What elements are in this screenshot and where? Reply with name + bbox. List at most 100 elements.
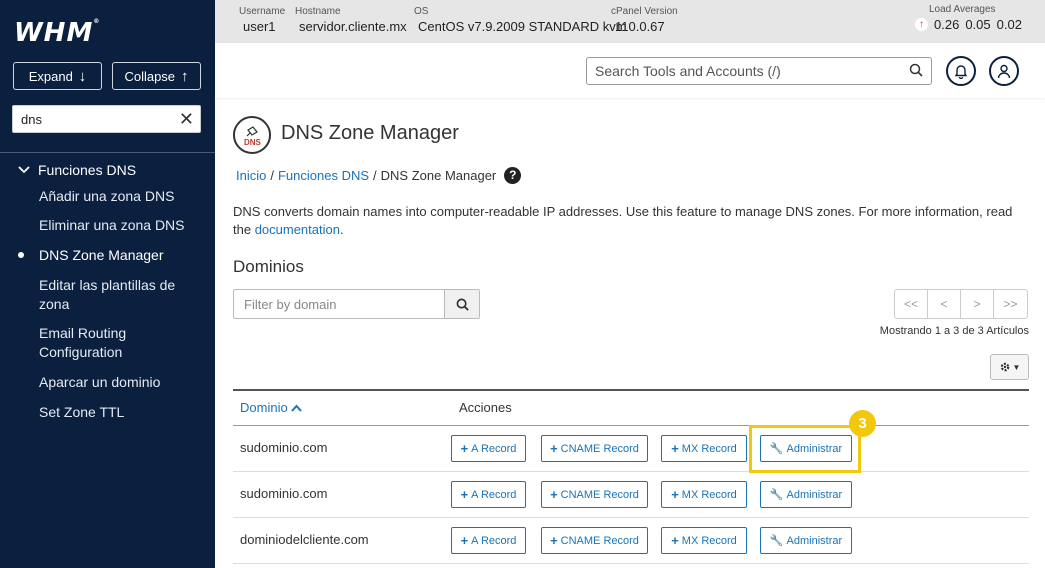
add-a-record-label: A Record bbox=[471, 442, 517, 455]
tool-search bbox=[586, 57, 932, 85]
sidebar-item-aparcar-dominio[interactable]: Aparcar un dominio bbox=[39, 373, 204, 392]
notifications-bell-icon[interactable] bbox=[946, 56, 976, 86]
plus-icon: + bbox=[671, 487, 679, 502]
user-account-icon[interactable] bbox=[989, 56, 1019, 86]
manage-zone-label: Administrar bbox=[786, 488, 843, 501]
wrench-icon: 🔧 bbox=[769, 489, 784, 501]
os-value: CentOS v7.9.2009 STANDARD kvm bbox=[418, 19, 627, 34]
cpanel-version-label: cPanel Version bbox=[611, 6, 678, 17]
sidebar-item-dns-zone-manager[interactable]: DNS Zone Manager bbox=[39, 246, 204, 265]
sidebar-category-funciones-dns[interactable]: Funciones DNS bbox=[18, 162, 136, 178]
pagination: << < > >> bbox=[894, 289, 1028, 319]
pager-next-button[interactable]: > bbox=[961, 290, 994, 318]
add-mx-record-button[interactable]: + MX Record bbox=[661, 435, 747, 462]
domain-filter bbox=[233, 289, 480, 319]
add-a-record-label: A Record bbox=[471, 488, 517, 501]
load-5min: 0.05 bbox=[965, 17, 991, 32]
add-cname-record-button[interactable]: + CNAME Record bbox=[541, 481, 648, 508]
description-text: DNS converts domain names into computer-… bbox=[233, 204, 1013, 237]
plus-icon: + bbox=[550, 533, 558, 548]
dns-zone-manager-icon: DNS bbox=[233, 116, 271, 154]
collapse-label: Collapse bbox=[124, 68, 176, 84]
sidebar-divider bbox=[0, 152, 215, 153]
domain-filter-input[interactable] bbox=[234, 290, 445, 318]
expand-label: Expand bbox=[28, 68, 73, 84]
column-header-actions: Acciones bbox=[459, 400, 512, 415]
add-a-record-button[interactable]: + A Record bbox=[451, 527, 526, 554]
breadcrumb-current: DNS Zone Manager bbox=[380, 168, 497, 183]
pager-first-button[interactable]: << bbox=[895, 290, 928, 318]
breadcrumb-separator: / bbox=[373, 168, 377, 183]
step-number-badge: 3 bbox=[849, 410, 876, 437]
add-cname-record-label: CNAME Record bbox=[560, 534, 639, 547]
sidebar-item-editar-plantillas[interactable]: Editar las plantillas de zona bbox=[39, 276, 204, 314]
expand-button[interactable]: Expand ↓ bbox=[13, 62, 102, 90]
tool-search-input[interactable] bbox=[587, 58, 887, 84]
hostname-label: Hostname bbox=[295, 6, 341, 17]
os-info: OS CentOS v7.9.2009 STANDARD kvm bbox=[414, 6, 627, 34]
manage-zone-label: Administrar bbox=[786, 534, 843, 547]
hostname-info: Hostname servidor.cliente.mx bbox=[295, 6, 407, 34]
results-count: Mostrando 1 a 3 de 3 Artículos bbox=[879, 325, 1029, 337]
step-highlight-box bbox=[749, 425, 861, 473]
table-row: dominiodelcliente.com + A Record + CNAME R… bbox=[233, 518, 1029, 564]
settings-dropdown-button[interactable]: ▼ bbox=[990, 354, 1029, 380]
add-mx-record-button[interactable]: + MX Record bbox=[661, 481, 747, 508]
sidebar-item-set-zone-ttl[interactable]: Set Zone TTL bbox=[39, 403, 204, 422]
plus-icon: + bbox=[460, 441, 469, 456]
sidebar: WHM® Expand ↓ Collapse ↑ ✕ Funciones DNS… bbox=[0, 0, 215, 568]
pager-prev-button[interactable]: < bbox=[928, 290, 961, 318]
plus-icon: + bbox=[671, 533, 679, 548]
arrow-down-icon: ↓ bbox=[78, 67, 87, 85]
domains-table: Dominio Acciones sudominio.com + A Record… bbox=[233, 389, 1029, 564]
arrow-up-icon: ↑ bbox=[915, 18, 928, 31]
add-cname-record-button[interactable]: + CNAME Record bbox=[541, 435, 648, 462]
manage-zone-button[interactable]: 🔧 Administrar bbox=[760, 481, 852, 508]
table-row: sudominio.com + A Record + CNAME Record + M… bbox=[233, 426, 1029, 472]
username-value: user1 bbox=[243, 19, 276, 34]
sidebar-search-input[interactable] bbox=[13, 106, 173, 132]
whm-logo[interactable]: WHM® bbox=[14, 18, 100, 48]
add-a-record-button[interactable]: + A Record bbox=[451, 435, 526, 462]
add-mx-record-button[interactable]: + MX Record bbox=[661, 527, 747, 554]
page-title: DNS Zone Manager bbox=[281, 122, 459, 144]
sidebar-item-eliminar-zona[interactable]: Eliminar una zona DNS bbox=[39, 216, 204, 235]
sidebar-category-label: Funciones DNS bbox=[38, 162, 137, 178]
add-mx-record-label: MX Record bbox=[681, 442, 737, 455]
add-a-record-label: A Record bbox=[471, 534, 517, 547]
breadcrumb: Inicio / Funciones DNS / DNS Zone Manage… bbox=[236, 167, 522, 184]
dns-icon-text: DNS bbox=[244, 138, 261, 147]
sidebar-item-anadir-zona[interactable]: Añadir una zona DNS bbox=[39, 187, 204, 206]
manage-zone-button[interactable]: 🔧 Administrar bbox=[760, 527, 852, 554]
clear-search-icon[interactable]: ✕ bbox=[179, 109, 194, 129]
search-icon[interactable] bbox=[909, 63, 923, 82]
table-row: sudominio.com + A Record + CNAME Record + M… bbox=[233, 472, 1029, 518]
username-label: Username bbox=[239, 6, 286, 17]
sidebar-item-email-routing[interactable]: Email Routing Configuration bbox=[39, 324, 204, 362]
breadcrumb-home-link[interactable]: Inicio bbox=[236, 168, 266, 183]
chevron-down-icon bbox=[18, 163, 30, 177]
add-cname-record-label: CNAME Record bbox=[560, 442, 639, 455]
pager-last-button[interactable]: >> bbox=[994, 290, 1027, 318]
section-title-dominios: Dominios bbox=[233, 257, 304, 276]
table-header: Dominio Acciones bbox=[233, 391, 1029, 426]
filter-search-button[interactable] bbox=[444, 290, 479, 318]
plus-icon: + bbox=[671, 441, 679, 456]
plus-icon: + bbox=[550, 441, 558, 456]
sort-by-domain[interactable]: Dominio bbox=[240, 400, 302, 415]
collapse-button[interactable]: Collapse ↑ bbox=[112, 62, 201, 90]
add-mx-record-label: MX Record bbox=[681, 534, 737, 547]
arrow-up-icon: ↑ bbox=[181, 67, 189, 85]
plus-icon: + bbox=[550, 487, 558, 502]
documentation-link[interactable]: documentation bbox=[255, 222, 340, 237]
add-a-record-button[interactable]: + A Record bbox=[451, 481, 526, 508]
breadcrumb-funciones-dns-link[interactable]: Funciones DNS bbox=[278, 168, 369, 183]
header bbox=[215, 43, 1045, 98]
plus-icon: + bbox=[460, 487, 469, 502]
username-info: Username user1 bbox=[239, 6, 285, 34]
cpanel-version-info: cPanel Version 110.0.67 bbox=[611, 6, 678, 34]
chevron-up-icon bbox=[290, 404, 302, 412]
add-cname-record-button[interactable]: + CNAME Record bbox=[541, 527, 648, 554]
add-cname-record-label: CNAME Record bbox=[560, 488, 639, 501]
help-icon[interactable]: ? bbox=[504, 167, 522, 184]
